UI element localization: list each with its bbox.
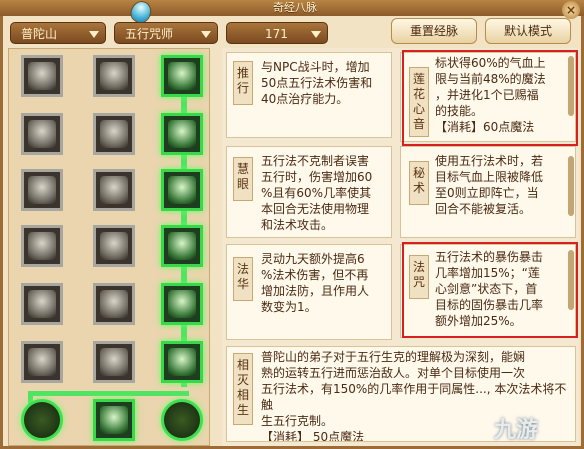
card-fahua[interactable]: 法 华 灵动九天额外提高6 %法术伤害，但不再 增加法防，且作用人 数变为1。	[226, 244, 392, 340]
sword-icon[interactable]	[93, 225, 135, 267]
close-button[interactable]: ×	[562, 1, 580, 19]
path-link	[28, 391, 104, 396]
bagua-icon[interactable]	[93, 399, 135, 441]
default-mode-button[interactable]: 默认模式	[485, 18, 571, 44]
sect-dropdown[interactable]: 五行咒师	[114, 22, 218, 44]
tower-icon[interactable]	[93, 341, 135, 383]
leaf-icon[interactable]	[21, 341, 63, 383]
lily-icon[interactable]	[93, 283, 135, 325]
beast-icon[interactable]	[161, 169, 203, 211]
card-text: 使用五行法术时，若 目标气血上限被降低 至0则立即阵亡，当 回合不能被复活。	[435, 154, 544, 216]
cube-icon[interactable]	[161, 55, 203, 97]
school-dropdown[interactable]: 普陀山	[10, 22, 106, 44]
highlight-box	[402, 50, 578, 146]
hand-icon[interactable]	[93, 113, 135, 155]
monk-icon[interactable]	[93, 169, 135, 211]
scrollbar[interactable]	[568, 56, 574, 116]
sect-dropdown-label: 五行咒师	[125, 27, 174, 41]
card-tab: 法 华	[233, 257, 253, 301]
card-tab: 相 灭 相 生	[233, 353, 253, 425]
detail-panel: 推 行 与NPC战斗时，增加 50点五行法术伤害和 40点治疗能力。 慧 眼 五…	[222, 48, 579, 446]
vase-icon[interactable]	[161, 225, 203, 267]
card-text: 与NPC战斗时，增加 50点五行法术伤害和 40点治疗能力。	[261, 60, 373, 106]
path-link	[99, 391, 189, 396]
card-tuixing[interactable]: 推 行 与NPC战斗时，增加 50点五行法术伤害和 40点治疗能力。	[226, 52, 392, 138]
grass-icon[interactable]	[93, 55, 135, 97]
figure-icon[interactable]	[21, 225, 63, 267]
circle-icon[interactable]	[161, 399, 203, 441]
highlight-box	[402, 242, 578, 338]
card-text: 灵动九天额外提高6 %法术伤害，但不再 增加法防，且作用人 数变为1。	[261, 252, 370, 314]
card-mishu[interactable]: 秘 术 使用五行法术时，若 目标气血上限被降低 至0则立即阵亡，当 回合不能被复…	[400, 146, 576, 238]
chevron-down-icon	[201, 31, 211, 38]
card-tab: 慧 眼	[233, 157, 253, 201]
level-dropdown[interactable]: 171	[226, 22, 328, 44]
shards-icon[interactable]	[21, 169, 63, 211]
chevron-down-icon	[89, 31, 99, 38]
pentagram-icon[interactable]	[161, 341, 203, 383]
bamboo-icon[interactable]	[21, 283, 63, 325]
scrollbar[interactable]	[568, 156, 574, 216]
reset-meridian-button[interactable]: 重置经脉	[391, 18, 477, 44]
lotus-icon[interactable]	[21, 55, 63, 97]
card-tab: 秘 术	[409, 161, 429, 205]
level-dropdown-label: 171	[265, 27, 288, 41]
pagoda-icon[interactable]	[21, 399, 63, 441]
swirl-icon[interactable]	[161, 283, 203, 325]
card-text: 五行法不克制者误害 五行时，伤害增加60 %且有60%几率使其 本回合无法使用物…	[261, 154, 373, 232]
meridian-tree	[8, 48, 210, 446]
scrollbar[interactable]	[568, 250, 574, 310]
watermark-logo: 九游	[494, 418, 539, 443]
school-dropdown-label: 普陀山	[21, 27, 58, 41]
flame-icon[interactable]	[161, 113, 203, 155]
window-title: 奇经八脉	[273, 1, 317, 14]
spikes-icon[interactable]	[21, 113, 63, 155]
card-tab: 推 行	[233, 61, 253, 105]
card-huiyan[interactable]: 慧 眼 五行法不克制者误害 五行时，伤害增加60 %且有60%几率使其 本回合无…	[226, 146, 392, 238]
chevron-down-icon	[311, 31, 321, 38]
